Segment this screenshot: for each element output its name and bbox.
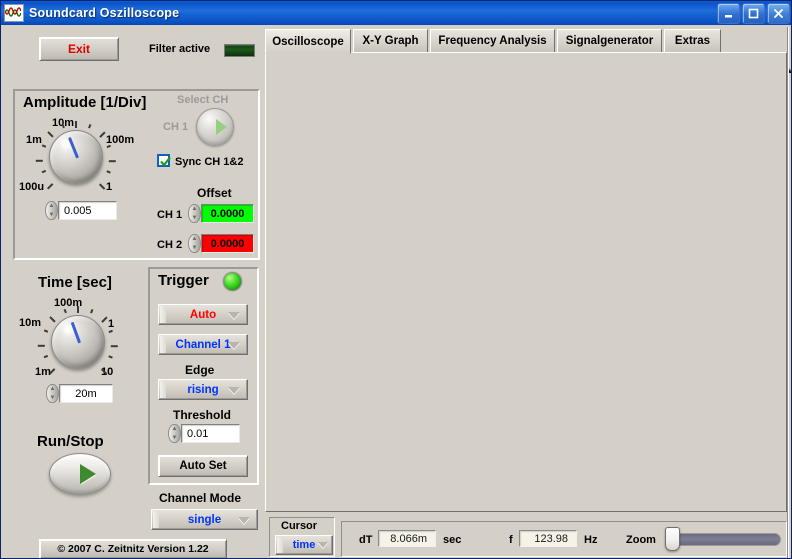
cursor-mode-value: time [292, 539, 316, 551]
trigger-mode-value: Auto [189, 308, 217, 321]
amplitude-title: Amplitude [1/Div] [23, 94, 147, 111]
channel-mode-select[interactable]: single [151, 509, 258, 530]
knob-tick [100, 316, 107, 323]
offset-ch1-value[interactable]: 0.0000 [201, 204, 254, 223]
tab-extras[interactable]: Extras [664, 29, 721, 53]
offset-ch2-value[interactable]: 0.0000 [201, 234, 254, 253]
tab-panel-oscilloscope [265, 52, 787, 512]
run-stop-button[interactable] [49, 453, 111, 495]
run-stop-label: Run/Stop [37, 433, 104, 450]
zoom-label: Zoom [626, 534, 656, 546]
trigger-mode-select[interactable]: Auto [158, 304, 248, 325]
select-ch-knob[interactable] [196, 108, 234, 146]
offset-ch1-stepper[interactable]: ▲ ▼ [188, 204, 201, 223]
tab-signalgenerator[interactable]: Signalgenerator [557, 29, 662, 53]
title-bar: Soundcard Oszilloscope [1, 1, 791, 25]
tab-oscilloscope[interactable]: Oscilloscope [265, 29, 351, 54]
amplitude-tick-1: 1 [106, 181, 113, 193]
trigger-title: Trigger [158, 272, 209, 289]
knob-tick [110, 344, 118, 347]
waveform-icon [4, 4, 24, 22]
right-divider-highlight [788, 27, 789, 558]
play-icon [80, 464, 96, 484]
offset-ch2-stepper[interactable]: ▲ ▼ [188, 234, 201, 253]
knob-tick [37, 344, 45, 347]
amplitude-tick-1m: 1m [26, 134, 42, 146]
trigger-threshold-stepper[interactable]: ▲ ▼ [168, 424, 181, 443]
trigger-threshold-field[interactable]: 0.01 [181, 424, 240, 443]
zoom-slider-thumb[interactable] [665, 527, 680, 551]
maximize-icon[interactable] [742, 3, 765, 24]
knob-tick [43, 329, 48, 333]
f-label: f [509, 534, 513, 546]
minimize-icon[interactable] [717, 3, 740, 24]
tab-xy-graph[interactable]: X-Y Graph [353, 29, 428, 53]
amplitude-stepper[interactable]: ▲ ▼ [45, 201, 58, 220]
amplitude-value-field[interactable]: 0.005 [58, 201, 117, 220]
filter-active-label: Filter active [149, 43, 211, 55]
amplitude-knob[interactable] [49, 130, 103, 184]
auto-set-button[interactable]: Auto Set [158, 455, 248, 477]
exit-button[interactable]: Exit [39, 37, 119, 61]
trigger-led [223, 272, 242, 291]
tab-bar: Oscilloscope X-Y Graph Frequency Analysi… [265, 29, 787, 54]
offset-title: Offset [197, 186, 232, 200]
amplitude-tick-100u: 100u [19, 181, 45, 193]
f-unit: Hz [584, 534, 598, 546]
knob-tick [108, 355, 113, 359]
select-ch-label: Select CH [177, 94, 229, 106]
time-value-field[interactable]: 20m [59, 384, 113, 403]
time-tick-1: 1 [108, 318, 115, 330]
window-title: Soundcard Oszilloscope [29, 6, 180, 20]
knob-tick [35, 159, 43, 162]
window-controls [717, 3, 790, 24]
trigger-source-select[interactable]: Channel 1 [158, 334, 248, 355]
knob-tick [77, 305, 79, 313]
trigger-edge-value: rising [187, 383, 219, 396]
dt-value: 8.066m [378, 530, 436, 547]
trigger-edge-label: Edge [185, 363, 215, 377]
application-window: Soundcard Oszilloscope Exit Filter activ… [0, 0, 792, 559]
time-knob[interactable] [51, 315, 105, 369]
sync-channels-checkbox[interactable] [157, 154, 171, 167]
offset-ch2-label: CH 2 [157, 239, 183, 251]
knob-tick [75, 120, 77, 128]
knob-tick [89, 309, 93, 314]
channel-mode-label: Channel Mode [159, 491, 242, 505]
cursor-mode-select[interactable]: time [275, 535, 333, 555]
f-value: 123.98 [519, 530, 577, 547]
tab-frequency-analysis[interactable]: Frequency Analysis [430, 29, 555, 53]
channel-mode-value: single [187, 513, 222, 526]
offset-ch1-label: CH 1 [157, 209, 183, 221]
time-title: Time [sec] [38, 274, 112, 291]
trigger-threshold-label: Threshold [173, 408, 232, 422]
time-tick-1m: 1m [35, 366, 51, 378]
close-icon[interactable] [767, 3, 790, 24]
sync-channels-label: Sync CH 1&2 [175, 156, 244, 168]
trigger-edge-select[interactable]: rising [158, 379, 248, 400]
knob-tick [63, 309, 67, 314]
time-stepper[interactable]: ▲ ▼ [46, 384, 59, 403]
trigger-source-value: Channel 1 [175, 338, 231, 351]
knob-tick [108, 159, 116, 162]
copyright-label: © 2007 C. Zeitnitz Version 1.22 [39, 539, 227, 558]
select-ch-value: CH 1 [163, 121, 189, 133]
dt-unit: sec [443, 534, 462, 546]
filter-active-led[interactable] [224, 44, 255, 57]
knob-tick [49, 316, 56, 323]
cursor-label: Cursor [281, 520, 318, 532]
time-tick-10m: 10m [19, 317, 42, 329]
knob-tick [108, 329, 113, 333]
zoom-slider-track[interactable] [669, 533, 781, 546]
dt-label: dT [359, 534, 373, 546]
knob-tick [43, 355, 48, 359]
